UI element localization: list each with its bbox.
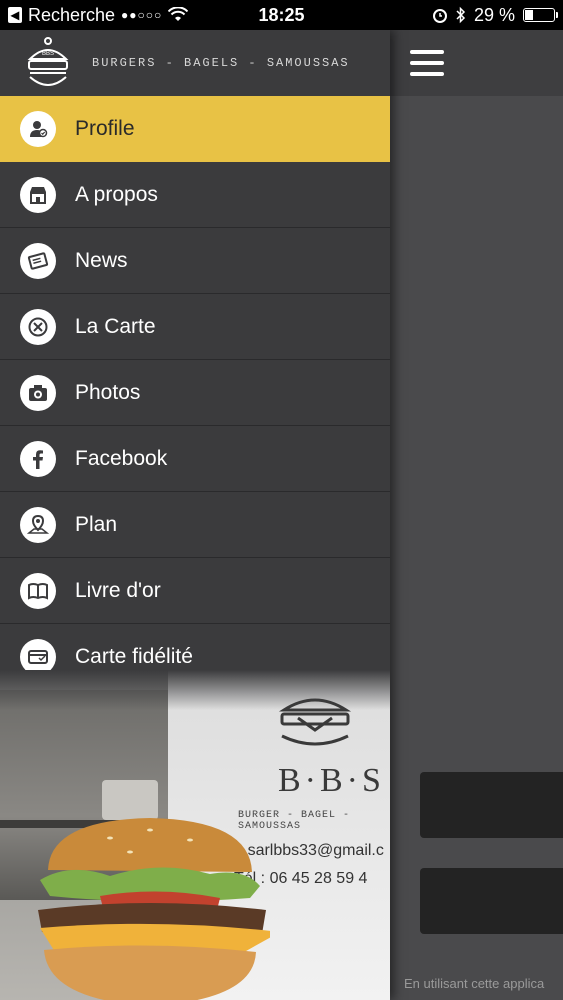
content-card[interactable] <box>420 772 563 838</box>
drawer-menu: Profile A propos News La Carte Photos Fa… <box>0 96 390 690</box>
battery-level <box>525 10 534 20</box>
camera-icon <box>20 374 56 411</box>
main-content: En utilisant cette applica <box>390 30 563 1000</box>
burger-image <box>38 818 270 1000</box>
battery-percent: 29 % <box>473 4 515 25</box>
signal-icon: ●●○○○ <box>121 8 163 22</box>
back-app-label[interactable]: Recherche <box>28 5 115 26</box>
battery-icon <box>523 8 558 22</box>
wifi-icon <box>168 7 189 21</box>
shop-icon <box>20 176 56 213</box>
menu-item-livre-dor[interactable]: Livre d'or <box>0 558 390 624</box>
menu-label: Profile <box>75 116 135 140</box>
bag-brand-title: B·B·S <box>278 762 385 799</box>
profile-icon <box>20 110 56 147</box>
alarm-icon <box>432 9 447 23</box>
svg-text:BBS: BBS <box>42 51 54 57</box>
cutlery-icon <box>20 308 56 345</box>
menu-item-profile[interactable]: Profile <box>0 96 390 162</box>
menu-label: Photos <box>75 380 141 404</box>
menu-label: A propos <box>75 182 158 206</box>
navigation-drawer: BBS BURGERS - BAGELS - SAMOUSSAS Profile… <box>0 30 390 1000</box>
menu-item-la-carte[interactable]: La Carte <box>0 294 390 360</box>
brand-header: BBS BURGERS - BAGELS - SAMOUSSAS <box>0 30 390 96</box>
menu-item-news[interactable]: News <box>0 228 390 294</box>
top-bar <box>390 30 563 96</box>
photo-fade <box>0 670 390 710</box>
menu-label: Plan <box>75 512 118 536</box>
status-bar: ◂ Recherche ●●○○○ 18:25 29 % <box>0 0 563 30</box>
menu-label: Carte fidélité <box>75 645 193 668</box>
burger-photo: B·B·S BURGER - BAGEL - SAMOUSSAS @ : sar… <box>0 670 390 1000</box>
brand-tagline: BURGERS - BAGELS - SAMOUSSAS <box>92 56 350 70</box>
bluetooth-icon <box>456 6 466 24</box>
map-pin-icon <box>20 506 56 543</box>
facebook-icon <box>20 440 56 477</box>
menu-label: La Carte <box>75 314 156 338</box>
menu-label: Livre d'or <box>75 578 161 602</box>
book-icon <box>20 572 56 609</box>
menu-item-a-propos[interactable]: A propos <box>0 162 390 228</box>
menu-item-facebook[interactable]: Facebook <box>0 426 390 492</box>
footer-notice: En utilisant cette applica <box>404 976 545 991</box>
back-arrow-icon[interactable]: ◂ <box>8 7 22 24</box>
menu-label: News <box>75 248 128 272</box>
hamburger-menu-icon[interactable] <box>410 50 444 76</box>
menu-item-plan[interactable]: Plan <box>0 492 390 558</box>
menu-item-photos[interactable]: Photos <box>0 360 390 426</box>
newspaper-icon <box>20 242 56 279</box>
content-card[interactable] <box>420 868 563 934</box>
menu-label: Facebook <box>75 446 168 470</box>
brand-logo: BBS <box>27 37 69 86</box>
